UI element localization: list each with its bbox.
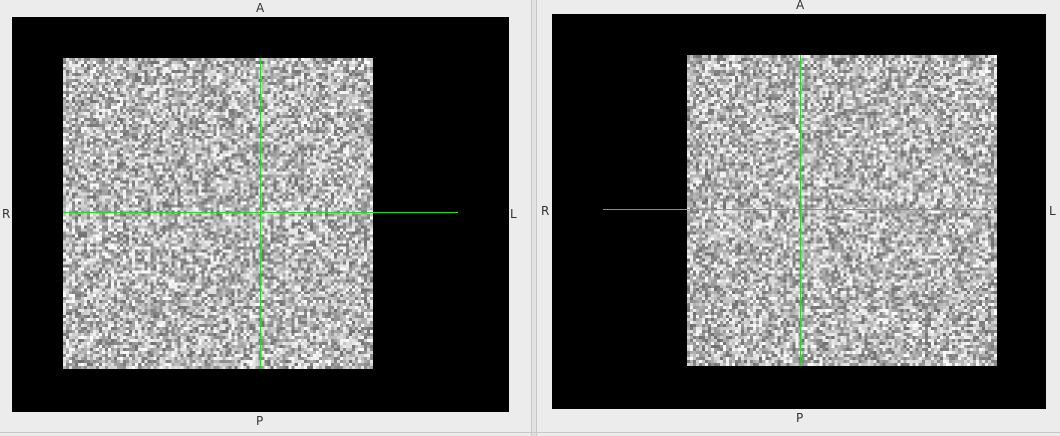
view-panel-right: A R L P [538, 0, 1060, 434]
image-slice-right[interactable] [687, 55, 997, 366]
image-viewport-left[interactable] [12, 17, 509, 412]
image-viewport-right[interactable] [552, 14, 1046, 409]
orientation-label-bottom: P [796, 411, 804, 425]
orientation-label-top: A [796, 0, 805, 12]
split-divider[interactable] [531, 0, 537, 436]
orientation-label-top: A [256, 1, 265, 15]
crosshair-vertical-left[interactable] [260, 58, 261, 369]
window-bottom-edge [0, 432, 1060, 433]
slice-viewer-window: A R L P A R L P [0, 0, 1060, 436]
orientation-label-bottom: P [256, 414, 264, 428]
orientation-label-left: R [541, 204, 550, 218]
view-panel-left: A R L P [0, 0, 530, 434]
orientation-label-right: L [1049, 204, 1056, 218]
orientation-label-right: L [510, 207, 517, 221]
crosshair-vertical-right[interactable] [800, 55, 801, 366]
orientation-label-left: R [2, 207, 11, 221]
image-slice-left[interactable] [63, 58, 373, 369]
